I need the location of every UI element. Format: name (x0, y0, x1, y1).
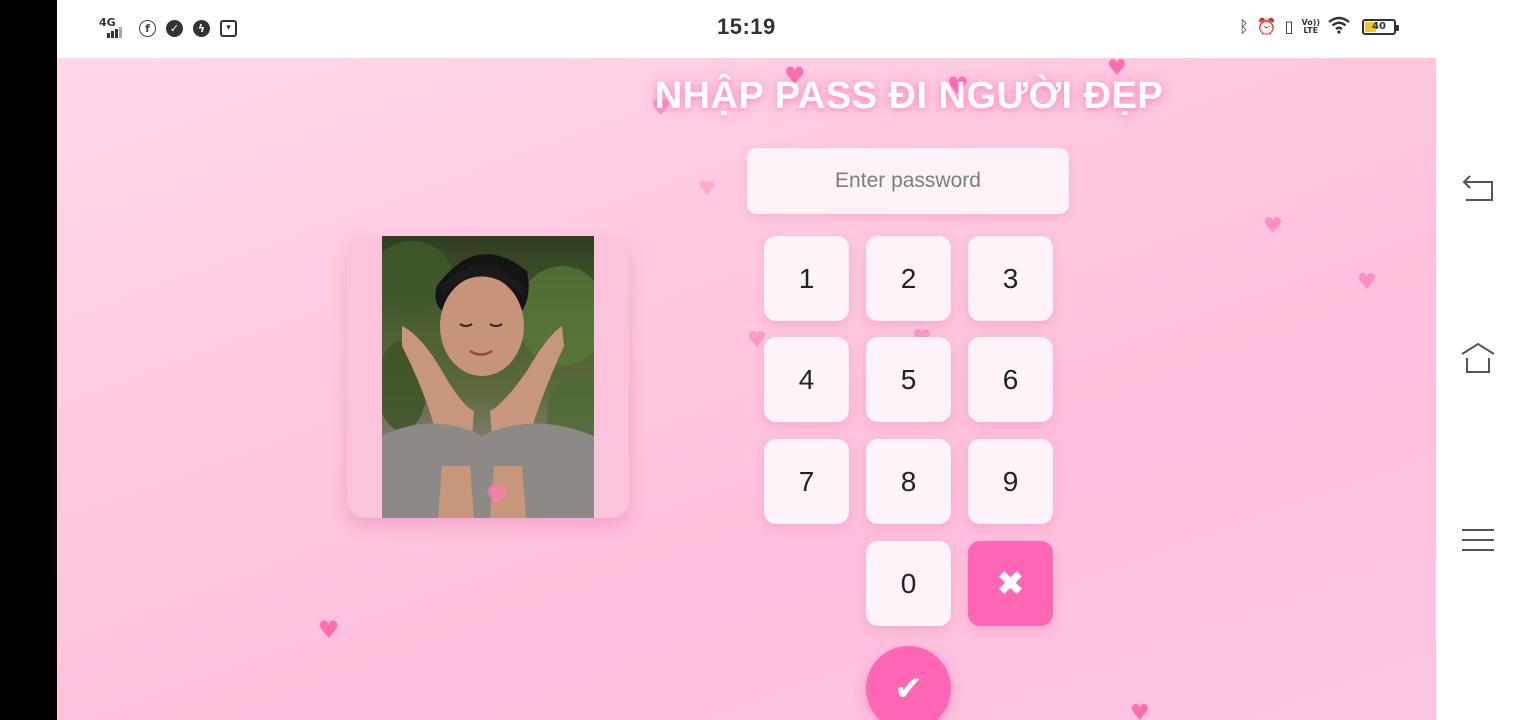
status-bar: 4G f ✓ ϟ ▾ 15:19 ᛒ ⏰ ▯ Vo)) LTE 40 (57, 0, 1436, 58)
heart-decoration: ♥ (1130, 701, 1150, 720)
facebook-icon: f (139, 19, 156, 37)
key-0[interactable]: 0 (866, 541, 951, 626)
check-circle-icon: ✓ (166, 19, 183, 37)
status-left-icons: 4G f ✓ ϟ ▾ (99, 16, 237, 40)
home-icon[interactable] (1460, 340, 1496, 376)
profile-photo (382, 236, 594, 518)
volte-icon: Vo)) LTE (1301, 19, 1320, 35)
profile-photo-card (347, 236, 629, 518)
submit-button[interactable]: ✔ (866, 646, 951, 720)
status-right-icons: ᛒ ⏰ ▯ Vo)) LTE 40 (1239, 16, 1399, 38)
key-4[interactable]: 4 (764, 337, 849, 422)
key-1[interactable]: 1 (764, 236, 849, 321)
key-3[interactable]: 3 (968, 236, 1053, 321)
network-4g-icon: 4G (99, 16, 129, 40)
password-input[interactable] (747, 148, 1069, 214)
heart-decoration: ♥ (698, 176, 716, 200)
heart-decoration: ♥ (1357, 270, 1377, 295)
key-5[interactable]: 5 (866, 337, 951, 422)
battery-icon: 40 (1362, 19, 1399, 35)
password-screen: ♥ ♥ ♥ ♥ ♥ ♥ ♥ ♥ ♥ ♥ ♥ NHẬP PASS ĐI NGƯỜI… (57, 58, 1436, 720)
key-2[interactable]: 2 (866, 236, 951, 321)
key-6[interactable]: 6 (968, 337, 1053, 422)
back-icon[interactable] (1460, 172, 1496, 208)
alarm-icon: ⏰ (1256, 17, 1277, 36)
battery-level: 40 (1372, 21, 1386, 32)
key-7[interactable]: 7 (764, 439, 849, 524)
volte-bottom: LTE (1303, 26, 1319, 35)
left-black-bar (0, 0, 57, 720)
gallery-icon: ▾ (220, 19, 237, 37)
wifi-icon (1328, 16, 1350, 38)
heart-decoration: ♥ (1263, 214, 1283, 239)
navigation-bar (1436, 0, 1520, 720)
messenger-icon: ϟ (193, 19, 210, 37)
page-title: NHẬP PASS ĐI NGƯỜI ĐẸP (654, 75, 1164, 117)
key-8[interactable]: 8 (866, 439, 951, 524)
vibrate-icon: ▯ (1284, 17, 1294, 36)
menu-icon[interactable] (1460, 522, 1496, 558)
delete-button[interactable]: ✖ (968, 541, 1053, 626)
heart-decoration: ♥ (318, 616, 340, 644)
key-9[interactable]: 9 (968, 439, 1053, 524)
clock: 15:19 (717, 14, 776, 39)
bluetooth-icon: ᛒ (1239, 17, 1249, 36)
